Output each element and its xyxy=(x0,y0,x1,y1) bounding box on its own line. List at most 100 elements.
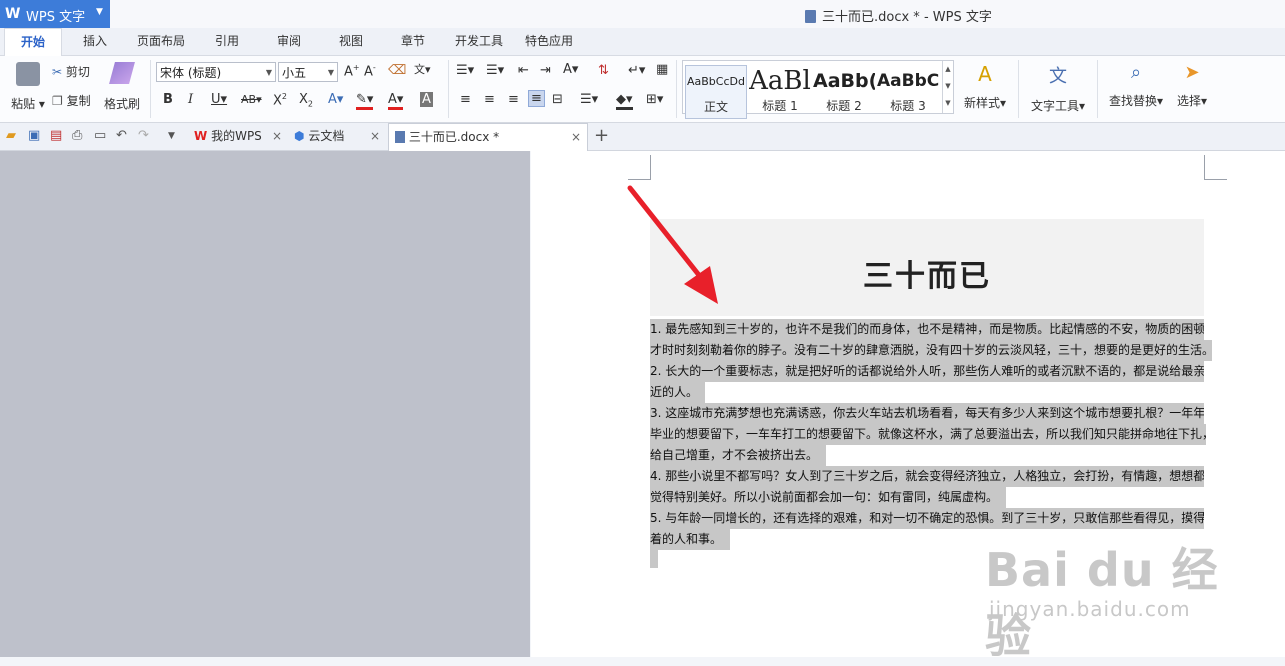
style-heading-2[interactable]: AaBb( 标题 2 xyxy=(813,65,875,117)
quick-access-bar: ▰ ▣ ▤ ⎙ ▭ ↶ ↷ ▼ W 我的WPS × ⬢ 云文档 × 三十而已.d… xyxy=(0,123,1285,151)
paragraph-line[interactable]: 着的人和事。 xyxy=(650,529,730,550)
style-heading-1[interactable]: AaBl 标题 1 xyxy=(749,65,811,117)
line-spacing-icon[interactable]: ☰▾ xyxy=(580,92,598,107)
superscript-icon[interactable]: X2 xyxy=(273,92,287,108)
format-painter-label: 格式刷 xyxy=(104,97,141,111)
clipboard-icon xyxy=(16,62,40,86)
font-size-select[interactable]: 小五 ▼ xyxy=(278,62,338,82)
justify-icon[interactable]: ≡ xyxy=(528,90,545,107)
cube-icon: ⬢ xyxy=(294,129,305,143)
save-icon[interactable]: ▣ xyxy=(28,128,40,143)
open-folder-icon[interactable]: ▰ xyxy=(6,128,16,143)
underline-icon[interactable]: U▾ xyxy=(211,92,227,107)
new-style-button[interactable]: A 新样式▾ xyxy=(960,62,1010,111)
grow-font-icon[interactable]: A+ xyxy=(344,63,360,79)
margin-corner-mark xyxy=(628,155,651,180)
tab-insert[interactable]: 插入 xyxy=(72,28,118,55)
italic-icon[interactable]: I xyxy=(188,92,193,107)
paragraph-line[interactable]: 觉得特别美好。所以小说前面都会加一句：如有雷同，纯属虚构。 xyxy=(650,487,1006,508)
tab-my-wps[interactable]: W 我的WPS × xyxy=(188,123,288,150)
chevron-down-icon[interactable]: ▼ xyxy=(168,131,175,141)
text-tools-button[interactable]: 文 文字工具▾ xyxy=(1028,62,1088,114)
find-replace-button[interactable]: ⌕ 查找替换▾ xyxy=(1106,62,1166,109)
cut-button[interactable]: ✂ 剪切 xyxy=(52,63,90,80)
align-center-icon[interactable]: ≡ xyxy=(484,92,495,107)
tab-label: 三十而已.docx * xyxy=(408,130,500,144)
tab-document[interactable]: 三十而已.docx * × xyxy=(388,123,588,151)
format-painter-button[interactable]: 格式刷 xyxy=(104,62,140,112)
divider xyxy=(676,60,677,118)
table-grid-icon[interactable]: ▦ xyxy=(656,62,668,77)
tab-special[interactable]: 特色应用 xyxy=(520,28,578,55)
close-icon[interactable]: × xyxy=(370,123,380,150)
paragraph-line[interactable]: 才时时刻刻勒着你的脖子。没有二十岁的肆意洒脱，没有四十岁的云淡风轻，三十，想要的… xyxy=(650,340,1212,361)
tab-view[interactable]: 视图 xyxy=(328,28,374,55)
close-icon[interactable]: × xyxy=(571,124,581,151)
redo-icon[interactable]: ↷ xyxy=(138,128,149,143)
font-size-value: 小五 xyxy=(282,66,307,80)
shading-bucket-icon[interactable]: ◆▾ xyxy=(616,92,633,110)
paragraph-line[interactable]: 1. 最先感知到三十岁的，也许不是我们的而身体，也不是精神，而是物质。比起情感的… xyxy=(650,319,1204,340)
paragraph-line[interactable]: 4. 那些小说里不都写吗？女人到了三十岁之后，就会变得经济独立，人格独立，会打扮… xyxy=(650,466,1204,487)
print-icon[interactable]: ⎙ xyxy=(72,128,82,143)
document-title[interactable]: 三十而已 xyxy=(650,251,1204,295)
style-preview: AaBbC xyxy=(877,71,939,91)
print-preview-icon[interactable]: ▭ xyxy=(94,128,106,143)
watermark-url: jingyan.baidu.com xyxy=(989,597,1191,621)
paragraph-line[interactable]: 2. 长大的一个重要标志，就是把好听的话都说给外人听，那些伤人难听的或者沉默不语… xyxy=(650,361,1204,382)
paragraph-line[interactable]: 毕业的想要留下，一车车打工的想要留下。就像这杯水，满了总要溢出去，所以我们知只能… xyxy=(650,424,1206,445)
new-style-icon: A xyxy=(978,62,992,86)
gallery-scroll-arrows-icon[interactable]: ▲ ▼ ▼ xyxy=(942,61,953,113)
close-icon[interactable]: × xyxy=(272,123,282,150)
style-label: 标题 2 xyxy=(826,99,862,113)
clear-format-icon[interactable]: ⌫ xyxy=(388,63,406,78)
export-pdf-icon[interactable]: ▤ xyxy=(50,128,62,143)
tab-references[interactable]: 引用 xyxy=(204,28,250,55)
font-color-icon[interactable]: A▾ xyxy=(388,92,404,110)
paragraph-line[interactable]: 近的人。 xyxy=(650,382,705,403)
tab-cloud-docs[interactable]: ⬢ 云文档 × xyxy=(290,123,386,150)
align-left-icon[interactable]: ≡ xyxy=(460,92,471,107)
style-label: 标题 3 xyxy=(890,99,926,113)
style-normal[interactable]: AaBbCcDd 正文 xyxy=(685,65,747,119)
align-right-icon[interactable]: ≡ xyxy=(508,92,519,107)
tab-home[interactable]: 开始 xyxy=(4,28,62,56)
undo-icon[interactable]: ↶ xyxy=(116,128,127,143)
paragraph-line[interactable]: 给自己增重，才不会被挤出去。 xyxy=(650,445,826,466)
sort-icon[interactable]: ⇅ xyxy=(598,63,609,78)
tab-chapter[interactable]: 章节 xyxy=(390,28,436,55)
select-button[interactable]: ➤ 选择▾ xyxy=(1172,62,1212,109)
show-marks-icon[interactable]: ↵▾ xyxy=(628,63,645,78)
strikethrough-icon[interactable]: AB▾ xyxy=(241,93,262,106)
bullet-list-icon[interactable]: ☰▾ xyxy=(456,63,474,78)
paste-button[interactable]: 粘贴 ▾ xyxy=(8,62,48,112)
highlight-icon[interactable]: ✎▾ xyxy=(356,92,374,110)
decrease-indent-icon[interactable]: ⇤ xyxy=(518,63,529,78)
increase-indent-icon[interactable]: ⇥ xyxy=(540,63,551,78)
shrink-font-icon[interactable]: A- xyxy=(364,63,376,79)
style-heading-3[interactable]: AaBbC 标题 3 xyxy=(877,65,939,117)
numbered-list-icon[interactable]: ☰▾ xyxy=(486,63,504,78)
phonetic-icon[interactable]: 文▾ xyxy=(414,61,431,77)
document-icon xyxy=(805,10,816,23)
char-shading-icon[interactable]: A xyxy=(420,92,433,107)
new-tab-plus-icon[interactable]: + xyxy=(594,125,609,146)
distribute-icon[interactable]: ⊟ xyxy=(552,92,563,107)
copy-button[interactable]: ❐ 复制 xyxy=(52,92,91,109)
tab-review[interactable]: 审阅 xyxy=(266,28,312,55)
tab-page-layout[interactable]: 页面布局 xyxy=(130,28,192,55)
bold-icon[interactable]: B xyxy=(163,92,173,107)
font-family-value: 宋体 (标题) xyxy=(160,66,222,80)
font-family-select[interactable]: 宋体 (标题) ▼ xyxy=(156,62,276,82)
app-menu-button[interactable]: W WPS 文字 ▼ xyxy=(0,0,110,28)
red-arrow-icon xyxy=(627,185,718,304)
new-style-label: 新样式 xyxy=(963,96,1000,110)
paragraph-line[interactable]: 5. 与年龄一同增长的，还有选择的艰难，和对一切不确定的恐惧。到了三十岁，只敢信… xyxy=(650,508,1204,529)
text-effect-icon[interactable]: A▾ xyxy=(328,92,343,107)
paragraph-line[interactable]: 3. 这座城市充满梦想也充满诱惑，你去火车站去机场看看，每天有多少人来到这个城市… xyxy=(650,403,1204,424)
subscript-icon[interactable]: X2 xyxy=(299,92,313,109)
ribbon: 粘贴 ▾ ✂ 剪切 ❐ 复制 格式刷 宋体 (标题) ▼ 小五 ▼ A+ A- ⌫ … xyxy=(0,56,1285,123)
chinese-layout-icon[interactable]: A▾ xyxy=(563,62,578,77)
tab-developer[interactable]: 开发工具 xyxy=(450,28,508,55)
borders-icon[interactable]: ⊞▾ xyxy=(646,92,663,107)
